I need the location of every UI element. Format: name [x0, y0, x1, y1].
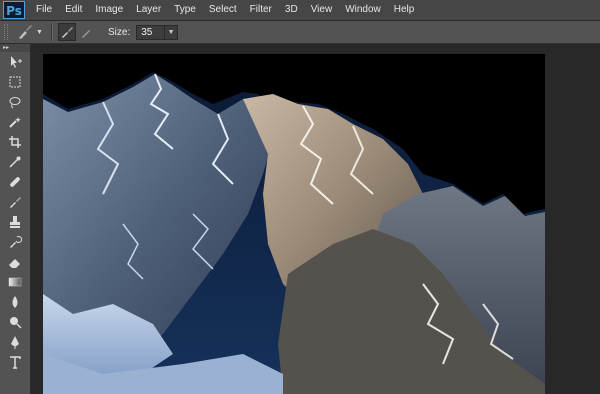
size-value[interactable]: 35: [137, 27, 164, 38]
options-bar: ▼ Size: 35 ▼: [0, 21, 600, 44]
eraser-tool[interactable]: [0, 252, 30, 272]
menu-select[interactable]: Select: [209, 0, 237, 20]
menu-help[interactable]: Help: [394, 0, 415, 20]
magic-wand-icon: [9, 117, 21, 128]
menu-edit[interactable]: Edit: [65, 0, 82, 20]
chevron-down-icon[interactable]: ▼: [163, 25, 177, 39]
size-label: Size:: [108, 26, 131, 38]
magic-wand-tool[interactable]: [0, 112, 30, 132]
brush-icon: [10, 197, 21, 208]
document-area: [31, 44, 600, 394]
blur-icon: [12, 296, 18, 308]
type-icon: [10, 356, 21, 369]
photoshop-logo: Ps: [3, 1, 25, 19]
stamp-icon: [10, 216, 20, 228]
gradient-tool[interactable]: [0, 272, 30, 292]
menu-window[interactable]: Window: [345, 0, 381, 20]
move-icon: [11, 56, 22, 68]
menu-layer[interactable]: Layer: [136, 0, 161, 20]
mountain-photo: [43, 54, 545, 394]
chevron-down-icon: ▼: [36, 28, 43, 36]
crop-tool[interactable]: [0, 132, 30, 152]
clone-stamp-tool[interactable]: [0, 212, 30, 232]
pencil-icon: [82, 30, 90, 38]
tools-panel: ▸▸: [0, 44, 31, 394]
separator: [51, 23, 53, 41]
airbrush-mode-button[interactable]: [58, 23, 76, 41]
healing-brush-tool[interactable]: [0, 172, 30, 192]
eyedropper-icon: [9, 156, 21, 168]
marquee-tool[interactable]: [0, 72, 30, 92]
blur-tool[interactable]: [0, 292, 30, 312]
size-field[interactable]: 35 ▼: [136, 24, 179, 40]
menu-3d[interactable]: 3D: [285, 0, 298, 20]
image-canvas[interactable]: [43, 54, 545, 394]
menu-file[interactable]: File: [36, 0, 52, 20]
menu-bar: Ps File Edit Image Layer Type Select Fil…: [0, 0, 600, 21]
brush-icon: [19, 25, 32, 39]
eraser-icon: [9, 259, 20, 268]
history-brush-tool[interactable]: [0, 232, 30, 252]
lasso-tool[interactable]: [0, 92, 30, 112]
menu-filter[interactable]: Filter: [250, 0, 272, 20]
brush-icon: [62, 27, 73, 38]
type-tool[interactable]: [0, 352, 30, 372]
healing-icon: [10, 177, 20, 187]
brush-tool[interactable]: [0, 192, 30, 212]
lasso-icon: [9, 97, 21, 109]
menu-image[interactable]: Image: [95, 0, 123, 20]
menu-type[interactable]: Type: [174, 0, 196, 20]
move-tool[interactable]: [0, 52, 30, 72]
eyedropper-tool[interactable]: [0, 152, 30, 172]
pen-icon: [11, 336, 19, 349]
dodge-icon: [10, 317, 22, 329]
pen-tool[interactable]: [0, 332, 30, 352]
dodge-tool[interactable]: [0, 312, 30, 332]
crop-icon: [9, 136, 21, 148]
menu-view[interactable]: View: [311, 0, 333, 20]
marquee-icon: [9, 76, 21, 88]
history-brush-icon: [10, 236, 22, 248]
gradient-icon: [8, 277, 22, 287]
collapse-toolbar-icon[interactable]: ▸▸: [0, 44, 30, 52]
tool-preset-picker[interactable]: ▼: [16, 23, 46, 41]
options-grip[interactable]: [4, 24, 8, 40]
brush-mode-button[interactable]: [78, 23, 96, 41]
